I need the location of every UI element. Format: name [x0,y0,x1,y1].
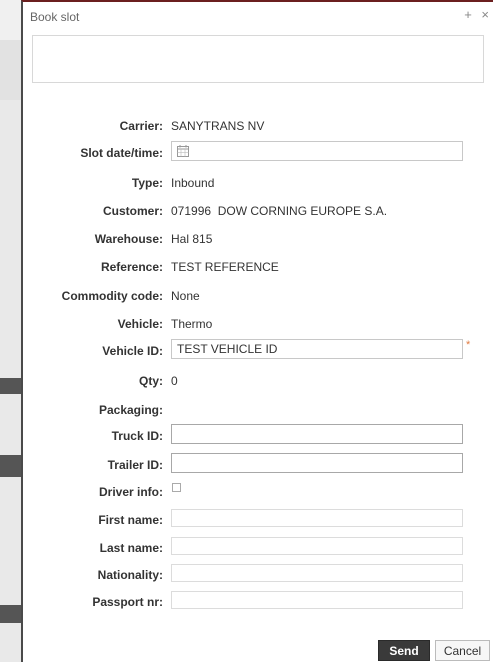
commodity-label: Commodity code: [61,289,163,303]
dialog-title: Book slot [30,10,80,24]
reference-label: Reference: [100,260,163,274]
warehouse-value: Hal 815 [171,232,213,246]
passport-row: Passport nr: [23,591,493,613]
slot-datetime-input[interactable] [171,141,463,161]
reference-row: Reference: TEST REFERENCE [23,256,493,278]
vehicle-label: Vehicle: [117,317,163,331]
type-row: Type: Inbound [23,172,493,194]
last-name-label: Last name: [99,541,163,555]
packaging-row: Packaging: [23,399,493,421]
background-page [0,0,22,40]
nationality-row: Nationality: [23,564,493,586]
send-button[interactable]: Send [378,640,430,661]
trailer-id-label: Trailer ID: [107,458,163,472]
cancel-button[interactable]: Cancel [435,640,490,661]
customer-label: Customer: [102,204,163,218]
trailer-id-input[interactable] [171,453,463,473]
background-page [0,378,22,394]
close-icon[interactable]: × [481,7,489,22]
packaging-label: Packaging: [98,403,163,417]
carrier-row: Carrier: SANYTRANS NV [23,115,493,137]
driver-info-checkbox[interactable] [172,483,181,492]
type-value: Inbound [171,176,215,190]
qty-row: Qty: 0 [23,370,493,392]
qty-label: Qty: [139,374,163,388]
carrier-value: SANYTRANS NV [171,119,265,133]
carrier-label: Carrier: [119,119,163,133]
last-name-row: Last name: [23,537,493,559]
customer-row: Customer: 071996 DOW CORNING EUROPE S.A. [23,200,493,222]
vehicle-id-input[interactable] [171,339,463,359]
first-name-input[interactable] [171,509,463,527]
plus-icon[interactable]: + [464,7,472,22]
vehicle-id-label: Vehicle ID: [102,344,163,358]
truck-id-input[interactable] [171,424,463,444]
nationality-label: Nationality: [97,568,163,582]
book-slot-dialog: Book slot + × Carrier: SANYTRANS NV Slot… [21,0,493,662]
commodity-row: Commodity code: None [23,285,493,307]
first-name-row: First name: [23,509,493,531]
truck-id-row: Truck ID: [23,424,493,446]
nationality-input[interactable] [171,564,463,582]
background-page [0,455,22,477]
slot-label: Slot date/time: [80,146,163,160]
vehicle-row: Vehicle: Thermo [23,313,493,335]
commodity-value: None [171,289,200,303]
driver-info-row: Driver info: [23,481,493,503]
slot-row: Slot date/time: [23,141,493,163]
background-page [0,605,22,623]
trailer-id-row: Trailer ID: [23,453,493,475]
last-name-input[interactable] [171,537,463,555]
dialog-titlebar: Book slot + × [23,2,493,30]
reference-value: TEST REFERENCE [171,260,279,274]
message-area [32,35,484,83]
vehicle-value: Thermo [171,317,213,331]
required-marker: * [466,339,471,351]
calendar-icon[interactable] [177,145,189,157]
warehouse-row: Warehouse: Hal 815 [23,228,493,250]
customer-value: 071996 DOW CORNING EUROPE S.A. [171,204,388,218]
qty-value: 0 [171,374,178,388]
first-name-label: First name: [98,513,163,527]
type-label: Type: [131,176,163,190]
truck-id-label: Truck ID: [111,429,163,443]
passport-input[interactable] [171,591,463,609]
background-page [0,40,22,100]
driver-info-label: Driver info: [98,485,163,499]
passport-label: Passport nr: [92,595,163,609]
warehouse-label: Warehouse: [94,232,163,246]
vehicle-id-row: Vehicle ID: * [23,339,493,361]
